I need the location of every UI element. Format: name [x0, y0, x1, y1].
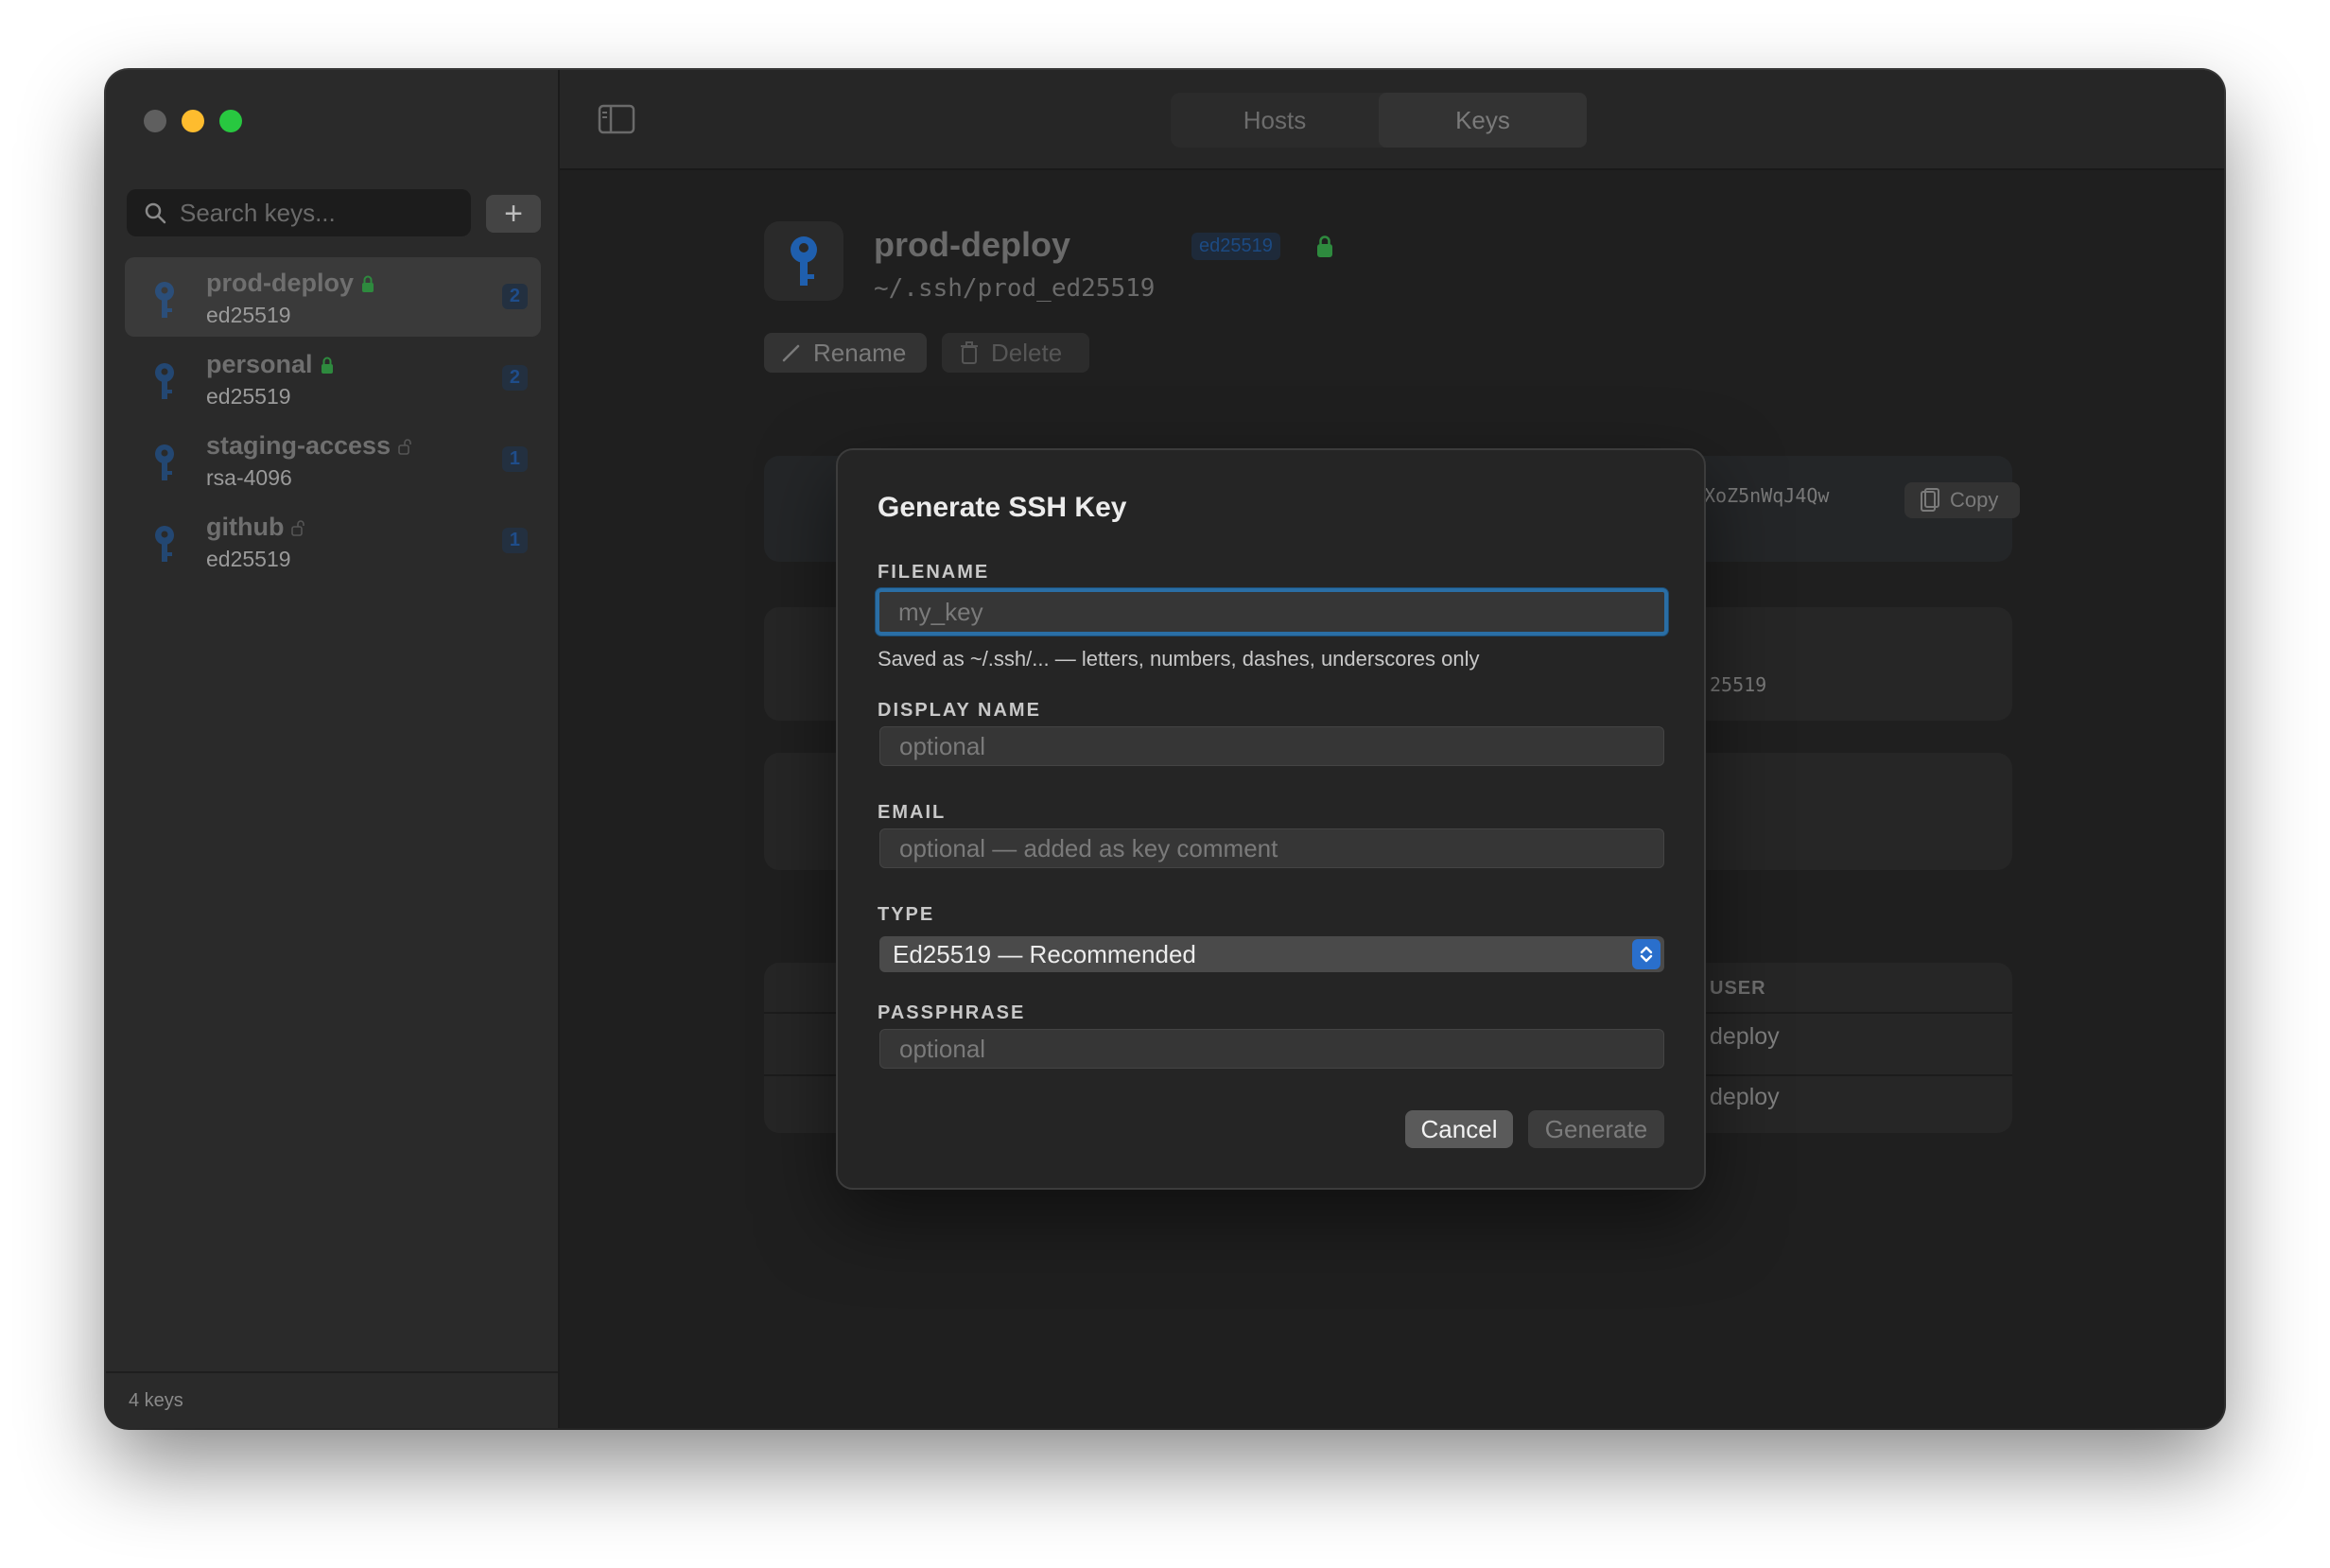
- view-switcher: Hosts Keys: [1171, 93, 1587, 148]
- type-label: TYPE: [878, 904, 935, 925]
- key-icon: [155, 363, 174, 399]
- key-icon: [155, 444, 174, 480]
- passphrase-input[interactable]: [879, 1029, 1664, 1069]
- display-name-label: DISPLAY NAME: [878, 700, 1041, 721]
- copy-label: Copy: [1950, 488, 1999, 512]
- detail-key-icon-tile: [764, 221, 843, 301]
- trash-icon: [961, 341, 978, 364]
- sidebar: + prod-deploy ed25519 2: [106, 70, 560, 1428]
- key-type-select[interactable]: Ed25519 — Recommended: [879, 936, 1664, 972]
- key-info-text: 25519: [1710, 673, 1767, 696]
- toolbar: Hosts Keys: [560, 70, 2224, 170]
- filename-input[interactable]: [876, 588, 1668, 636]
- rename-button[interactable]: Rename: [764, 333, 927, 373]
- search-icon: [145, 202, 166, 224]
- key-name: github: [206, 513, 285, 541]
- search-field[interactable]: [127, 189, 471, 236]
- email-input[interactable]: [879, 828, 1664, 868]
- dialog-title: Generate SSH Key: [878, 492, 1127, 523]
- host-count-badge: 1: [501, 446, 528, 472]
- key-icon: [155, 526, 174, 562]
- column-header-user: USER: [1710, 978, 1766, 999]
- clipboard-icon: [1921, 488, 1939, 512]
- public-key-text: XoZ5nWqJ4Qw: [1704, 484, 1830, 507]
- lock-icon: [1317, 235, 1332, 257]
- host-count-badge: 1: [501, 528, 528, 553]
- search-input[interactable]: [180, 198, 463, 228]
- key-type-selected-value: Ed25519 — Recommended: [893, 939, 1196, 968]
- unlock-icon: [398, 438, 411, 455]
- filename-label: FILENAME: [878, 562, 990, 583]
- key-path: ~/.ssh/prod_ed25519: [874, 274, 1156, 303]
- key-name: staging-access: [206, 431, 391, 460]
- unlock-icon: [291, 519, 305, 536]
- add-key-button[interactable]: +: [486, 195, 541, 233]
- zoom-window-button[interactable]: [219, 110, 242, 132]
- passphrase-label: PASSPHRASE: [878, 1002, 1026, 1023]
- key-type-badge: ed25519: [1191, 233, 1280, 260]
- key-name: personal: [206, 350, 313, 378]
- key-type: ed25519: [206, 384, 291, 409]
- lock-icon: [321, 357, 333, 374]
- generate-key-dialog: Generate SSH Key FILENAME Saved as ~/.ss…: [836, 448, 1706, 1190]
- key-icon: [155, 282, 174, 318]
- sidebar-toggle-icon[interactable]: [598, 104, 635, 134]
- tab-hosts[interactable]: Hosts: [1171, 93, 1379, 148]
- key-item-personal[interactable]: personal ed25519 2: [125, 339, 541, 418]
- key-list: prod-deploy ed25519 2 personal ed25519 2…: [125, 257, 541, 583]
- detail-title: prod-deploy: [874, 225, 1070, 264]
- key-type: rsa-4096: [206, 465, 292, 490]
- generate-button[interactable]: Generate: [1528, 1110, 1664, 1148]
- email-label: EMAIL: [878, 802, 947, 823]
- tab-keys[interactable]: Keys: [1379, 93, 1587, 148]
- rename-label: Rename: [813, 338, 907, 367]
- key-item-staging-access[interactable]: staging-access rsa-4096 1: [125, 420, 541, 499]
- titlebar-left: [106, 70, 560, 170]
- app-window: + prod-deploy ed25519 2: [106, 70, 2224, 1428]
- cancel-button[interactable]: Cancel: [1405, 1110, 1513, 1148]
- key-icon: [791, 236, 817, 286]
- display-name-input[interactable]: [879, 726, 1664, 766]
- key-item-github[interactable]: github ed25519 1: [125, 501, 541, 581]
- pencil-icon: [782, 344, 800, 362]
- delete-button[interactable]: Delete: [942, 333, 1089, 373]
- host-count-badge: 2: [501, 365, 528, 391]
- host-row-user[interactable]: deploy: [1710, 1023, 1780, 1051]
- lock-icon: [362, 275, 374, 292]
- host-row-user[interactable]: deploy: [1710, 1084, 1780, 1111]
- copy-button[interactable]: Copy: [1904, 482, 2020, 518]
- key-type: ed25519: [206, 547, 291, 571]
- select-arrows-icon: [1632, 939, 1661, 969]
- key-count-footer: 4 keys: [106, 1371, 558, 1428]
- delete-label: Delete: [991, 338, 1063, 367]
- key-item-prod-deploy[interactable]: prod-deploy ed25519 2: [125, 257, 541, 337]
- key-type: ed25519: [206, 303, 291, 327]
- filename-hint: Saved as ~/.ssh/... — letters, numbers, …: [878, 647, 1480, 671]
- close-window-button[interactable]: [144, 110, 166, 132]
- host-count-badge: 2: [501, 284, 528, 309]
- minimize-window-button[interactable]: [182, 110, 204, 132]
- key-name: prod-deploy: [206, 269, 354, 297]
